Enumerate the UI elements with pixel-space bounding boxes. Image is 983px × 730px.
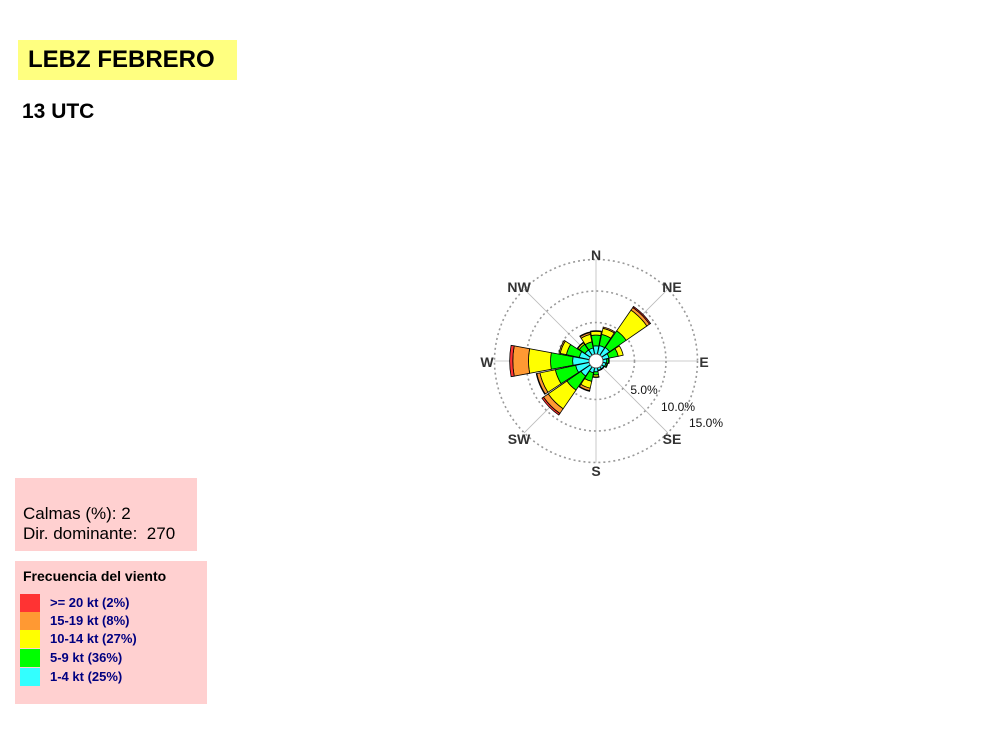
legend-title: Frecuencia del viento — [23, 568, 167, 584]
compass-label-s: S — [591, 463, 600, 479]
legend-label: >= 20 kt (2%) — [50, 595, 130, 610]
legend-label: 1-4 kt (25%) — [50, 669, 123, 684]
calm-circle — [588, 353, 604, 369]
ring-label: 5.0% — [630, 383, 658, 397]
legend-swatch — [20, 649, 40, 667]
legend-swatch — [20, 630, 40, 648]
calm-stats-box: Calmas (%): 2 Dir. dominante: 270 — [15, 478, 197, 551]
compass-label-ne: NE — [662, 279, 681, 295]
compass-label-se: SE — [663, 431, 682, 447]
compass-label-nw: NW — [507, 279, 531, 295]
rose-wedge — [608, 358, 610, 364]
compass-label-sw: SW — [508, 431, 531, 447]
ring-label: 10.0% — [661, 400, 695, 414]
rose-wedge — [590, 330, 602, 333]
legend-label: 15-19 kt (8%) — [50, 613, 130, 628]
legend-swatch — [20, 594, 40, 612]
legend-swatch — [20, 612, 40, 630]
legend-label: 5-9 kt (36%) — [50, 650, 123, 665]
compass-label-e: E — [699, 354, 708, 370]
rose-wedge — [512, 345, 531, 377]
compass-label-w: W — [480, 354, 494, 370]
compass-label-n: N — [591, 247, 601, 263]
calm-percent-text: Calmas (%): 2 — [23, 504, 131, 523]
legend-label: 10-14 kt (27%) — [50, 631, 137, 646]
legend: Frecuencia del viento >= 20 kt (2%) 15-1… — [15, 561, 207, 704]
dominant-direction-text: Dir. dominante: 270 — [23, 524, 176, 543]
rose-wedge — [592, 376, 600, 378]
rose-wedge — [528, 348, 552, 374]
legend-swatch — [20, 668, 40, 686]
ring-label: 15.0% — [689, 416, 723, 430]
